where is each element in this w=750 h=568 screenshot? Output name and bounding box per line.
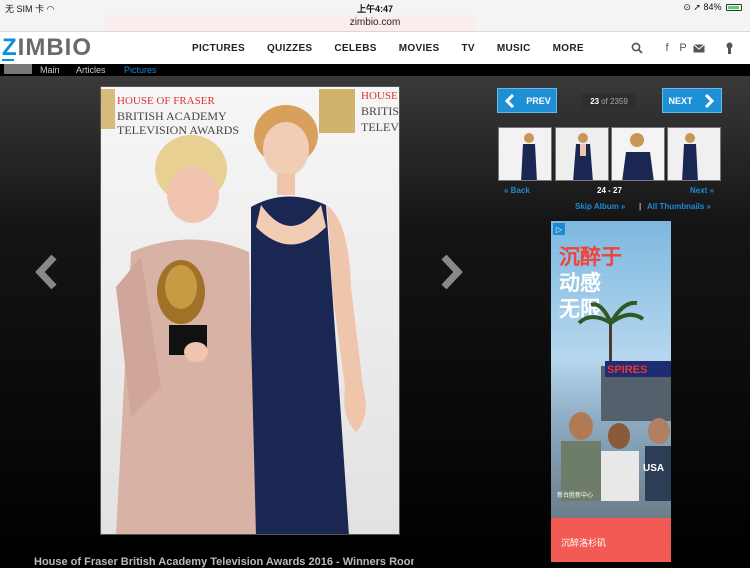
photo-counter: 23 of 2359 <box>582 93 636 109</box>
ad-usa-logo: USA <box>643 463 664 474</box>
subnav-pictures[interactable]: Pictures <box>124 65 157 75</box>
menu-quizzes[interactable]: QUIZZES <box>267 43 312 54</box>
next-label: NEXT <box>668 95 693 106</box>
ad-line-1: 沉醉于 <box>559 246 622 269</box>
counter-total: of 2359 <box>601 96 628 106</box>
ad-line-2: 动感 <box>559 272 601 295</box>
album-mini-thumb <box>4 64 32 74</box>
link-separator: | <box>639 202 642 211</box>
battery-icon <box>726 4 742 11</box>
main-photo[interactable]: HOUSE OF FRASER BRITISH ACADEMY TELEVISI… <box>100 86 400 535</box>
prev-label: PREV <box>526 95 551 106</box>
backdrop-text-2: BRITISH ACADEMY <box>117 109 227 123</box>
backdrop-text-3: TELEVISION AWARDS <box>117 123 239 137</box>
thumb-range: 24 - 27 <box>597 186 622 195</box>
ad-footer-text: 沉醉洛杉矶 <box>561 538 607 548</box>
back-link[interactable]: « Back <box>504 186 530 195</box>
user-icon[interactable] <box>722 41 736 55</box>
counter-current: 23 <box>590 96 600 106</box>
battery-percent: 84% <box>703 2 722 12</box>
thumbnail[interactable] <box>611 127 665 181</box>
skip-album-link[interactable]: Skip Album » <box>575 202 625 211</box>
ad-sign: SPIRES <box>607 364 647 376</box>
subnav-main[interactable]: Main <box>40 65 60 75</box>
all-thumbnails-link[interactable]: All Thumbnails » <box>647 202 711 211</box>
prev-button[interactable]: PREV <box>497 88 557 113</box>
next-link[interactable]: Next » <box>690 186 714 195</box>
zimbio-logo[interactable]: ZIMBIO <box>2 34 92 62</box>
ad-small-text: 新台胜新中心 <box>557 491 593 499</box>
facebook-icon[interactable]: f <box>660 41 674 55</box>
chevron-right-icon <box>704 93 714 108</box>
ad-choices-icon[interactable]: ▷ <box>553 223 565 235</box>
chevron-left-icon <box>505 93 515 108</box>
menu-celebs[interactable]: CELEBS <box>334 43 376 54</box>
search-icon[interactable] <box>630 41 644 55</box>
status-bar: 无 SIM 卡 ◠ 上午4:47 ⊙ ➚ 84% <box>0 0 750 14</box>
url-text[interactable]: zimbio.com <box>0 17 750 28</box>
thumbnail[interactable] <box>498 127 552 181</box>
backdrop-right-3: TELEVI <box>361 120 400 134</box>
site-navbar: ZIMBIO PICTURES QUIZZES CELEBS MOVIES TV… <box>0 32 750 64</box>
advertisement[interactable]: ▷ 沉醉于 动感 无限 SPIRES USA 新台胜新中心 沉醉洛杉矶 <box>551 221 671 562</box>
nav-icons: f P <box>622 41 736 55</box>
menu-pictures[interactable]: PICTURES <box>192 43 245 54</box>
logo-underline <box>2 59 14 61</box>
photo-next-arrow[interactable] <box>436 252 466 292</box>
sub-nav: Main Articles Pictures <box>0 64 750 76</box>
menu-tv[interactable]: TV <box>461 43 474 54</box>
backdrop-text-1: HOUSE OF FRASER <box>117 95 215 107</box>
next-button[interactable]: NEXT <box>662 88 722 113</box>
ad-footer: 沉醉洛杉矶 <box>551 518 671 562</box>
photo-prev-arrow[interactable] <box>32 252 62 292</box>
email-icon[interactable] <box>692 41 706 55</box>
menu-movies[interactable]: MOVIES <box>399 43 440 54</box>
thumbnail[interactable] <box>555 127 609 181</box>
browser-url-bar[interactable]: zimbio.com <box>0 14 750 32</box>
main-menu: PICTURES QUIZZES CELEBS MOVIES TV MUSIC … <box>192 43 606 54</box>
status-right: ⊙ ➚ 84% <box>683 2 742 13</box>
rotation-lock-icon: ⊙ <box>683 2 691 12</box>
menu-more[interactable]: MORE <box>553 43 584 54</box>
pinterest-icon[interactable]: P <box>676 41 690 55</box>
menu-music[interactable]: MUSIC <box>497 43 531 54</box>
thumbnail[interactable] <box>667 127 721 181</box>
backdrop-right-1: HOUSE <box>361 90 398 102</box>
subnav-articles[interactable]: Articles <box>76 65 106 75</box>
backdrop-right-2: BRITIS <box>361 104 399 118</box>
location-icon: ➚ <box>693 2 701 12</box>
photo-caption: House of Fraser British Academy Televisi… <box>34 556 414 568</box>
thumbnail-strip <box>498 127 723 181</box>
